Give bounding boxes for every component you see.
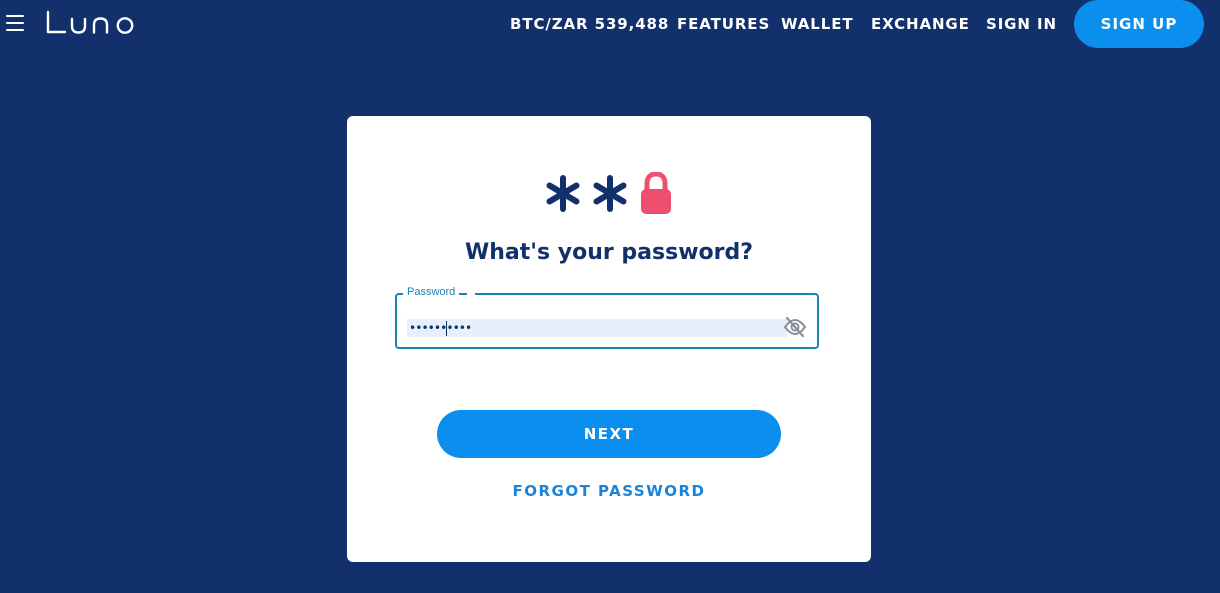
nav-wallet-link[interactable]: WALLET — [781, 15, 853, 33]
text-caret — [446, 321, 447, 336]
page-title: What's your password? — [465, 240, 753, 265]
hamburger-menu-icon[interactable] — [6, 15, 24, 31]
password-field[interactable]: Password •••••••••• — [395, 286, 819, 349]
nav-exchange-link[interactable]: EXCHANGE — [871, 15, 970, 33]
luno-logo[interactable] — [45, 8, 145, 38]
sign-up-button[interactable]: SIGN UP — [1074, 0, 1204, 48]
eye-off-icon[interactable] — [783, 315, 807, 339]
password-lock-icon — [546, 172, 671, 214]
password-input[interactable]: •••••••••• — [407, 319, 787, 337]
field-label-notch — [467, 292, 475, 296]
nav-features-link[interactable]: FEATURES — [677, 15, 770, 33]
password-card: What's your password? Password •••••••••… — [347, 116, 871, 562]
btc-zar-price-link[interactable]: BTC/ZAR 539,488 — [510, 15, 669, 33]
forgot-password-link[interactable]: FORGOT PASSWORD — [347, 482, 871, 500]
nav-sign-in-link[interactable]: SIGN IN — [986, 15, 1057, 33]
top-navigation-bar: BTC/ZAR 539,488 FEATURES WALLET EXCHANGE… — [0, 0, 1220, 50]
next-button[interactable]: NEXT — [437, 410, 781, 458]
password-field-label: Password — [403, 286, 460, 298]
